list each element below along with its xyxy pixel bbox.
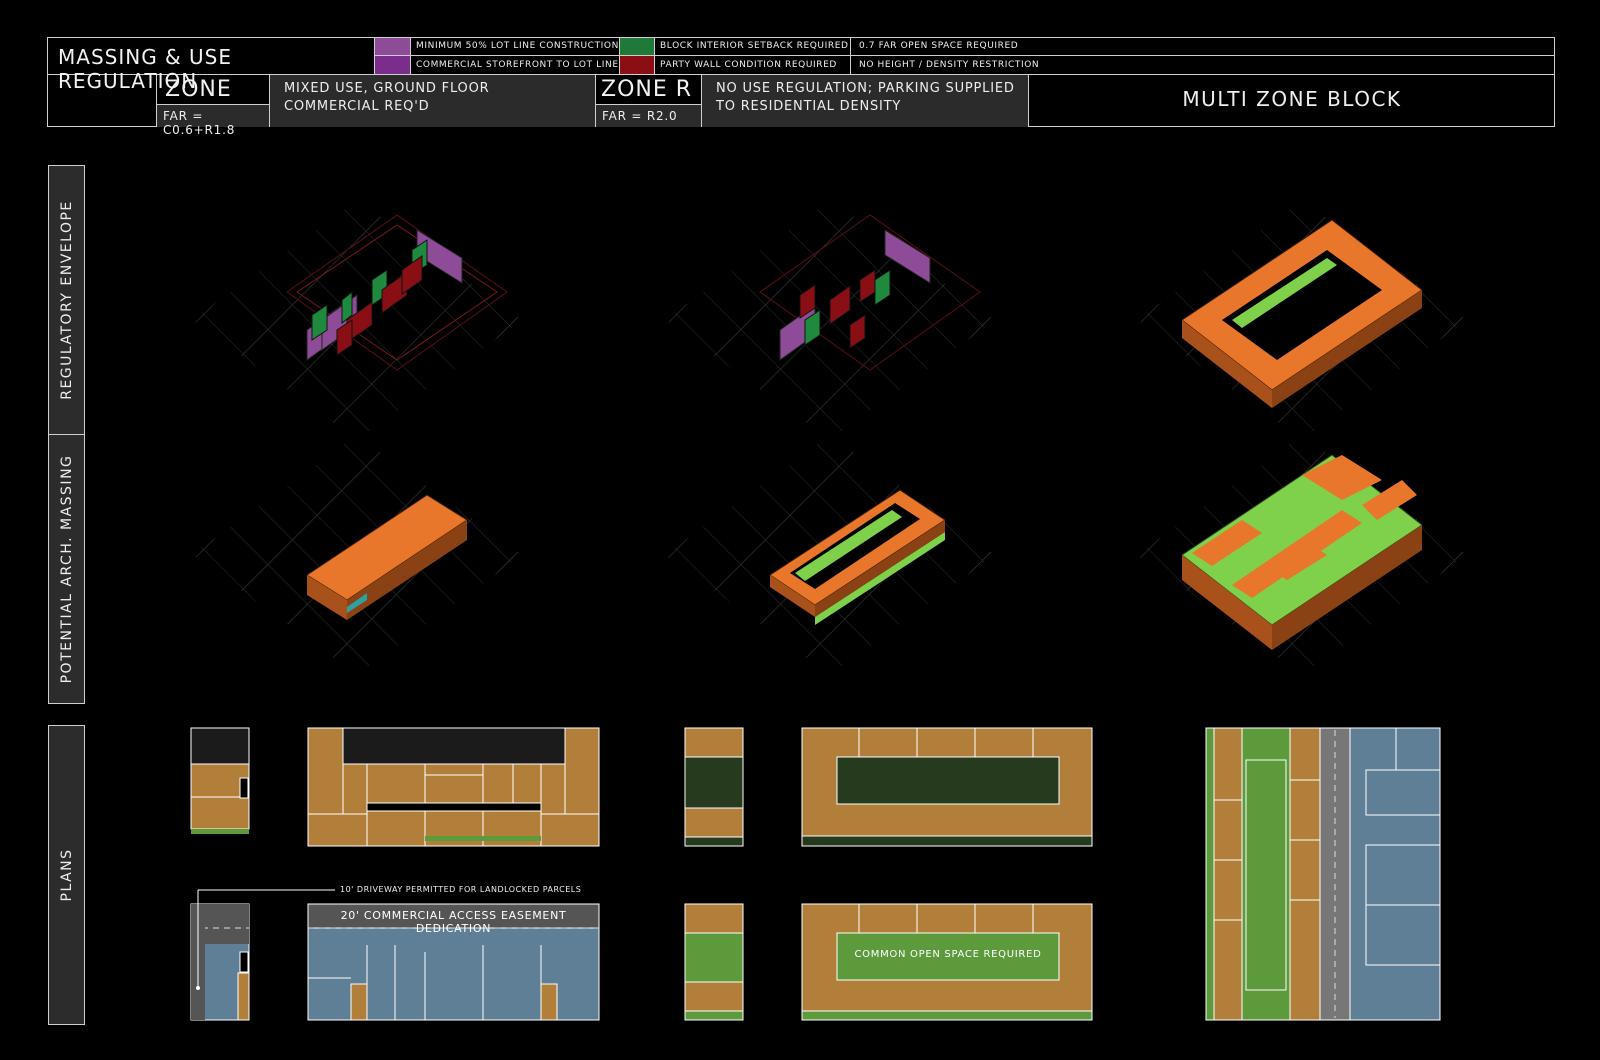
- axon-envelope-mx: [192, 200, 522, 440]
- open-space-note: COMMON OPEN SPACE REQUIRED: [854, 949, 1042, 960]
- axon-massing-r: [665, 435, 995, 675]
- plan-r-narrow-lower: [684, 903, 744, 1021]
- plan-r-narrow-upper: [684, 727, 744, 847]
- axon-massing-multi: [1137, 435, 1467, 675]
- plan-mx-narrow-upper: [190, 727, 250, 834]
- axon-envelope-r: [665, 200, 995, 440]
- plan-mx-wide-upper: [307, 727, 600, 847]
- axon-envelope-multi: [1137, 200, 1467, 440]
- plan-r-wide-lower: [801, 903, 1093, 1021]
- driveway-note: 10' DRIVEWAY PERMITTED FOR LANDLOCKED PA…: [340, 885, 582, 894]
- axon-massing-mx: [192, 435, 522, 675]
- plan-r-wide-upper: [801, 727, 1093, 847]
- easement-note: 20' COMMERCIAL ACCESS EASEMENT DEDICATIO…: [340, 909, 567, 935]
- diagram-canvas: [190, 200, 1467, 1021]
- plan-multi-zone: [1205, 727, 1441, 1021]
